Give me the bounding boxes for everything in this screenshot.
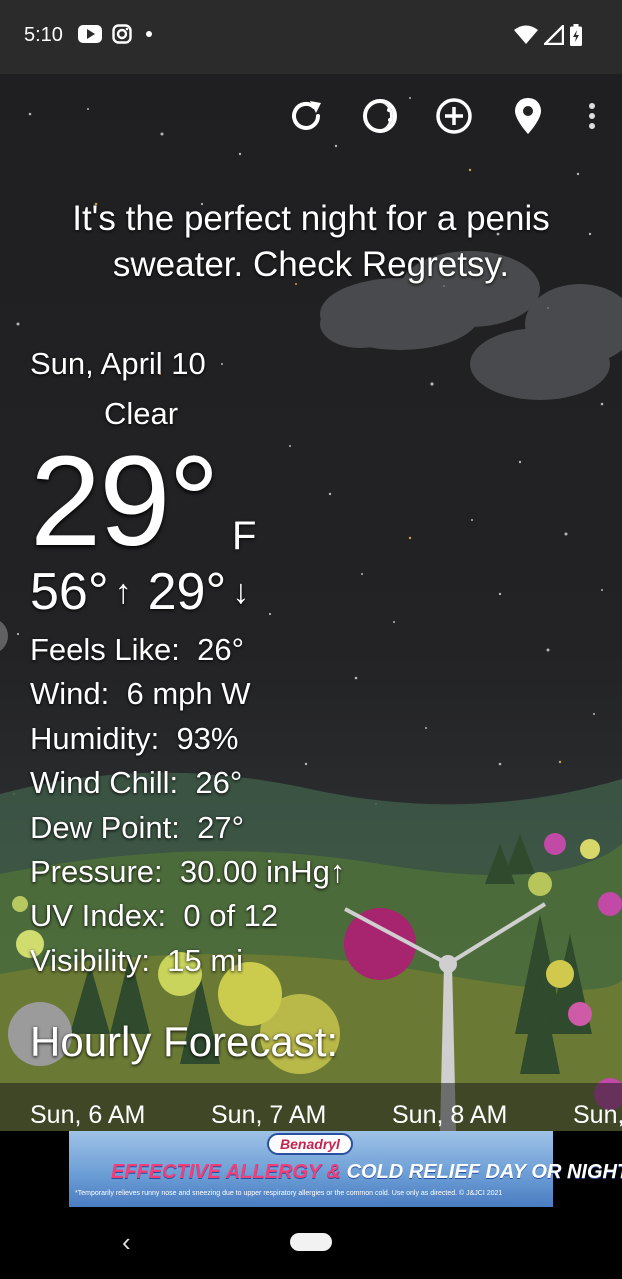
high-temperature: 56° bbox=[30, 563, 109, 621]
refresh-icon bbox=[292, 101, 321, 130]
theme-icon bbox=[363, 99, 397, 133]
detail-humidity: Humidity: 93% bbox=[30, 720, 239, 756]
home-handle[interactable] bbox=[290, 1233, 332, 1251]
status-notification-icons bbox=[78, 24, 156, 44]
back-icon[interactable]: ‹ bbox=[122, 1227, 131, 1258]
detail-feels-like: Feels Like: 26° bbox=[30, 632, 245, 667]
wifi-icon bbox=[514, 25, 538, 44]
theme-button[interactable] bbox=[360, 96, 400, 136]
detail-dew-point: Dew Point: 27° bbox=[30, 809, 245, 845]
instagram-icon bbox=[112, 24, 132, 44]
hourly-item[interactable]: Sun, 8 AM bbox=[392, 1101, 507, 1130]
temperature-unit: F bbox=[232, 514, 257, 558]
detail-wind-chill: Wind Chill: 26° bbox=[30, 765, 243, 801]
hourly-forecast-title: Hourly Forecast: bbox=[30, 1018, 339, 1065]
status-system-icons bbox=[514, 24, 582, 46]
more-options-icon bbox=[589, 103, 595, 129]
down-arrow-icon: ↓ bbox=[232, 572, 250, 611]
more-options-button[interactable] bbox=[582, 96, 602, 136]
detail-uv-index: UV Index: 0 of 12 bbox=[30, 898, 279, 934]
hourly-item[interactable]: Sun, 6 AM bbox=[30, 1101, 145, 1130]
high-low-temperatures: 56° ↑ 29° ↓ bbox=[30, 562, 249, 622]
ad-fine-print: *Temporarily relieves runny nose and sne… bbox=[75, 1190, 503, 1197]
add-location-button[interactable] bbox=[434, 96, 474, 136]
ad-area: Benadryl EFFECTIVE ALLERGY & COLD RELIEF… bbox=[0, 1131, 622, 1209]
hourly-forecast-strip[interactable]: Sun, 6 AM Sun, 7 AM Sun, 8 AM Sun, bbox=[0, 1083, 622, 1131]
notification-dot-icon bbox=[146, 31, 152, 37]
detail-wind: Wind: 6 mph W bbox=[30, 676, 251, 712]
weather-details: Feels Like: 26° Wind: 6 mph W Humidity: … bbox=[30, 628, 345, 983]
ad-brand-logo: Benadryl bbox=[267, 1133, 353, 1155]
add-location-icon bbox=[436, 98, 472, 134]
location-pin-icon bbox=[515, 98, 541, 134]
current-temperature: 29° bbox=[30, 430, 220, 573]
status-bar: 5:10 bbox=[0, 0, 622, 74]
low-temperature: 29° bbox=[147, 563, 227, 621]
status-time: 5:10 bbox=[24, 24, 63, 46]
hourly-item[interactable]: Sun, bbox=[573, 1101, 622, 1130]
detail-pressure: Pressure: 30.00 inHg↑ bbox=[30, 854, 346, 890]
cell-signal-icon bbox=[544, 25, 564, 45]
detail-visibility: Visibility: 15 mi bbox=[30, 942, 244, 978]
location-button[interactable] bbox=[508, 96, 548, 136]
ad-banner[interactable]: Benadryl EFFECTIVE ALLERGY & COLD RELIEF… bbox=[69, 1131, 622, 1207]
top-toolbar bbox=[286, 96, 602, 136]
hourly-item[interactable]: Sun, 7 AM bbox=[211, 1101, 326, 1130]
weather-quip: It's the perfect night for a penis sweat… bbox=[72, 199, 550, 284]
ad-headline: EFFECTIVE ALLERGY & COLD RELIEF DAY OR N… bbox=[111, 1161, 622, 1183]
current-date: Sun, April 10 bbox=[30, 346, 206, 381]
condition-text: Clear bbox=[104, 396, 179, 431]
system-navigation-bar: ‹ bbox=[0, 1209, 622, 1279]
refresh-button[interactable] bbox=[286, 96, 326, 136]
battery-charging-icon bbox=[570, 24, 582, 46]
youtube-icon bbox=[78, 25, 102, 43]
up-arrow-icon: ↑ bbox=[114, 572, 132, 611]
